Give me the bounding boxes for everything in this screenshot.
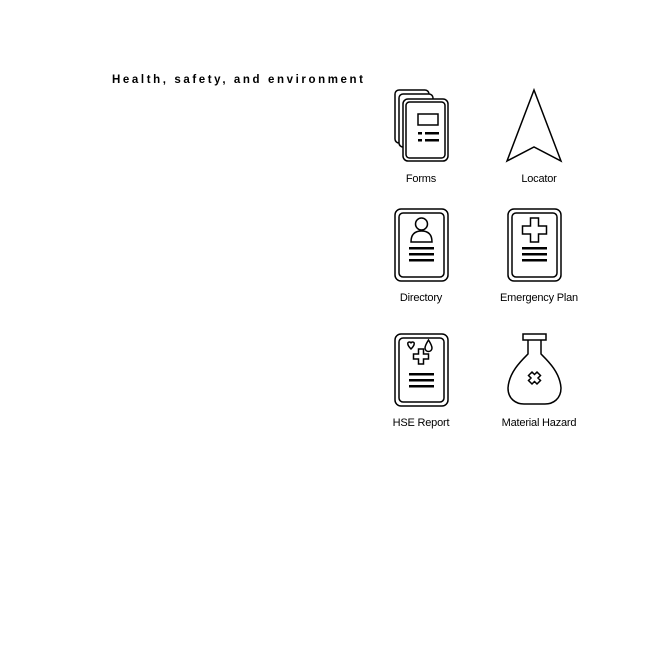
tile-locator[interactable]: Locator (484, 87, 594, 198)
tile-material-hazard[interactable]: Material Hazard (484, 332, 594, 442)
tile-label: Emergency Plan (500, 292, 578, 304)
page-title: Health, safety, and environment (112, 74, 366, 86)
tile-label: Locator (521, 173, 557, 185)
directory-icon (394, 208, 449, 282)
material-hazard-icon (507, 333, 562, 405)
tile-label: HSE Report (392, 417, 450, 429)
tile-label: Material Hazard (501, 417, 577, 429)
tile-label: Directory (399, 292, 443, 304)
tile-label: Forms (405, 173, 437, 185)
hse-screen: Health, safety, and environment Forms Lo… (0, 0, 648, 648)
forms-icon (394, 89, 449, 162)
hse-report-icon (394, 333, 449, 407)
emergency-plan-icon (507, 208, 562, 282)
tile-forms[interactable]: Forms (366, 88, 476, 198)
tile-hse-report[interactable]: HSE Report (366, 332, 476, 442)
locator-arrow-icon (505, 87, 563, 163)
tile-directory[interactable]: Directory (366, 207, 476, 317)
tile-emergency-plan[interactable]: Emergency Plan (484, 207, 594, 317)
